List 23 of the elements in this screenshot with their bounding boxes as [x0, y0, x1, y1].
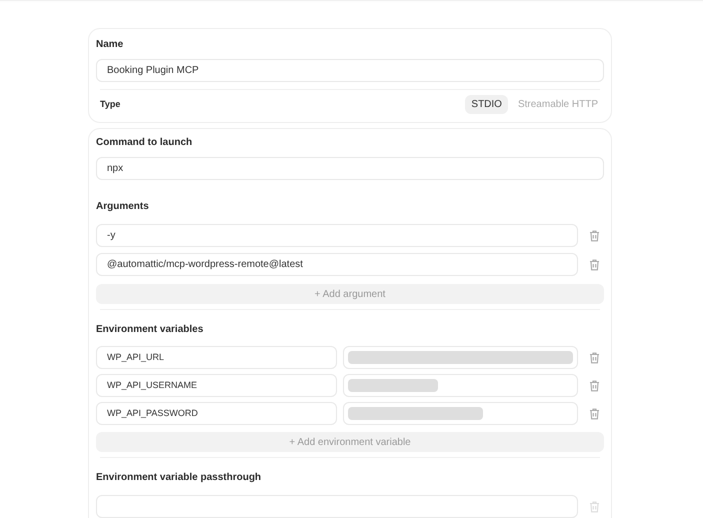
trash-icon	[588, 380, 600, 392]
argument-field[interactable]: @automattic/mcp-wordpress-remote@latest	[96, 253, 578, 276]
name-field[interactable]: Booking Plugin MCP	[96, 59, 604, 82]
trash-icon	[588, 408, 600, 420]
env-value-field[interactable]	[343, 374, 578, 397]
section-label: Environment variables	[96, 324, 204, 335]
command-field[interactable]: npx	[96, 157, 604, 180]
env-key-field[interactable]: WP_API_URL	[96, 346, 337, 369]
section-label: Environment variable passthrough	[96, 472, 262, 483]
env-value-field[interactable]	[343, 346, 578, 369]
trash-icon	[588, 352, 600, 364]
env-key-field[interactable]: WP_API_PASSWORD	[96, 402, 337, 425]
type-option[interactable]: STDIO	[465, 95, 508, 114]
section-label: Name	[96, 38, 124, 52]
env-value-field[interactable]	[343, 402, 578, 425]
argument-field[interactable]: -y	[96, 224, 578, 247]
type-label: Type	[100, 98, 120, 111]
trash-icon	[588, 500, 600, 512]
trash-icon	[588, 258, 600, 270]
trash-icon	[588, 230, 600, 242]
env-key-field[interactable]: WP_API_USERNAME	[96, 374, 337, 397]
section-label: Arguments	[96, 201, 149, 212]
section-label: Command to launch	[96, 136, 194, 150]
